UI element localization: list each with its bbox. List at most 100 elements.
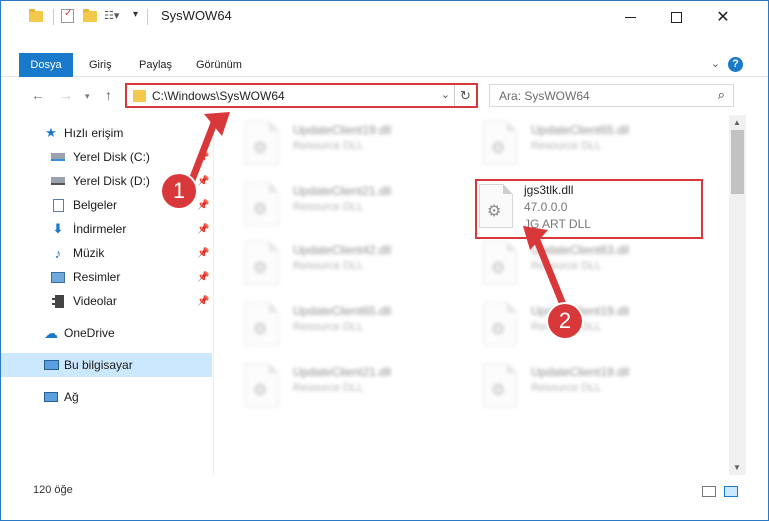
window-title: SysWOW64: [161, 8, 232, 23]
list-item[interactable]: ⚙ UpdateClient63.dll Resource DLL: [475, 237, 705, 293]
scroll-down-icon[interactable]: ▼: [733, 463, 741, 472]
tab-view[interactable]: Görünüm: [190, 53, 248, 77]
list-item[interactable]: ⚙ UpdateClient19.dll Resource DLL: [475, 298, 705, 354]
details-view-button[interactable]: [702, 486, 716, 497]
file-name: UpdateClient63.dll: [531, 243, 630, 257]
sidebar-item-quick-access[interactable]: ★ Hızlı erişim: [1, 121, 212, 145]
maximize-button[interactable]: [653, 1, 699, 33]
address-path[interactable]: C:\Windows\SysWOW64: [152, 89, 285, 103]
scroll-up-icon[interactable]: ▲: [733, 118, 741, 127]
sidebar-item-label: Bu bilgisayar: [64, 358, 133, 372]
sidebar-item-network[interactable]: Ağ: [1, 385, 212, 409]
file-explorer-window: ✓ ☷▾ ▾ SysWOW64 ✕ Dosya Giriş Paylaş Gör…: [0, 0, 769, 521]
sidebar-item-label: Hızlı erişim: [64, 126, 124, 140]
file-description: Resource DLL: [531, 382, 602, 394]
videos-icon: [50, 294, 66, 308]
title-bar: ✓ ☷▾ ▾ SysWOW64 ✕: [1, 1, 768, 33]
tab-share[interactable]: Paylaş: [133, 53, 178, 77]
file-name: UpdateClient42.dll: [293, 243, 392, 257]
pin-icon: 📌: [197, 175, 210, 187]
search-input[interactable]: Ara: SysWOW64 ⌕: [489, 84, 734, 107]
dll-file-icon: ⚙: [483, 241, 517, 285]
dll-file-icon: ⚙: [479, 184, 513, 228]
file-description: Resource DLL: [293, 321, 364, 333]
list-item[interactable]: ⚙ UpdateClient65.dll Resource DLL: [237, 298, 467, 354]
pin-icon: 📌: [197, 271, 210, 283]
sidebar-item-pictures[interactable]: Resimler 📌: [1, 265, 212, 289]
sidebar-item-onedrive[interactable]: ☁ OneDrive: [1, 321, 212, 345]
sidebar-item-label: Videolar: [73, 294, 117, 308]
documents-icon: [50, 198, 66, 212]
dll-file-icon: ⚙: [245, 241, 279, 285]
help-icon[interactable]: ?: [728, 57, 743, 72]
list-item[interactable]: ⚙ UpdateClient21.dll Resource DLL: [237, 178, 467, 234]
dropdown-icon[interactable]: ▾: [133, 9, 138, 25]
address-bar[interactable]: C:\Windows\SysWOW64 ⌄ ↻: [125, 83, 478, 108]
properties-icon[interactable]: ✓: [61, 8, 74, 23]
close-button[interactable]: ✕: [700, 1, 746, 33]
sidebar-item-downloads[interactable]: ⬇ İndirmeler 📌: [1, 217, 212, 241]
network-icon: [43, 390, 59, 404]
step-badge-1: 1: [162, 174, 196, 208]
customize-toolbar-icon[interactable]: ☷▾: [104, 9, 119, 25]
file-description: Resource DLL: [293, 260, 364, 272]
sidebar-item-label: Müzik: [73, 246, 105, 260]
file-list: ⚙ UpdateClient19.dll Resource DLL ⚙ Upda…: [215, 115, 729, 475]
dll-file-icon: ⚙: [483, 363, 517, 407]
sidebar-item-label: Yerel Disk (D:): [73, 174, 150, 188]
back-button[interactable]: ←: [31, 87, 45, 103]
list-item[interactable]: ⚙ UpdateClient19.dll Resource DLL: [237, 117, 467, 173]
list-item[interactable]: ⚙ UpdateClient21.dll Resource DLL: [237, 359, 467, 415]
download-icon: ⬇: [52, 221, 64, 236]
list-item[interactable]: ⚙ UpdateClient19.dll Resource DLL: [475, 359, 705, 415]
item-count: 120 öğe: [33, 484, 73, 496]
list-item[interactable]: ⚙ UpdateClient42.dll Resource DLL: [237, 237, 467, 293]
vertical-scrollbar[interactable]: ▲ ▼: [729, 115, 746, 475]
target-file-item[interactable]: ⚙ jgs3tlk.dll 47.0.0.0 JG ART DLL: [477, 181, 707, 237]
pictures-icon: [50, 270, 66, 284]
file-name: UpdateClient65.dll: [293, 304, 392, 318]
chevron-down-icon[interactable]: ⌄: [441, 88, 450, 101]
file-name: UpdateClient21.dll: [293, 365, 392, 379]
large-icons-view-button[interactable]: [724, 486, 738, 497]
sidebar-item-label: Resimler: [73, 270, 121, 284]
drive-icon: [50, 150, 66, 164]
status-bar: 120 öğe: [1, 477, 768, 505]
sidebar-item-label: Yerel Disk (C:): [73, 150, 150, 164]
sidebar-item-label: Ağ: [64, 390, 79, 404]
dll-file-icon: ⚙: [483, 121, 517, 165]
minimize-icon: [624, 16, 636, 18]
file-description: Resource DLL: [293, 140, 364, 152]
file-description: Resource DLL: [531, 140, 602, 152]
minimize-button[interactable]: [607, 1, 653, 33]
up-button[interactable]: ↑: [105, 87, 112, 103]
sidebar-item-local-disk-c[interactable]: Yerel Disk (C:) 📌: [1, 145, 212, 169]
sidebar-item-this-pc[interactable]: Bu bilgisayar: [1, 353, 212, 377]
refresh-button[interactable]: ↻: [454, 85, 476, 106]
sidebar-item-label: OneDrive: [64, 326, 115, 340]
search-icon[interactable]: ⌕: [718, 87, 725, 103]
close-icon: ✕: [716, 9, 730, 26]
navigation-pane: ★ Hızlı erişim Yerel Disk (C:) 📌 Yerel D…: [1, 115, 214, 475]
sidebar-item-label: Belgeler: [73, 198, 118, 212]
file-name: UpdateClient21.dll: [293, 184, 392, 198]
file-name: UpdateClient65.dll: [531, 123, 630, 137]
file-version: 47.0.0.0: [524, 200, 568, 214]
recent-locations-icon[interactable]: ▾: [85, 91, 90, 102]
file-description: Resource DLL: [293, 201, 364, 213]
sidebar-item-music[interactable]: ♪ Müzik 📌: [1, 241, 212, 265]
pin-icon: 📌: [197, 199, 210, 211]
list-item[interactable]: ⚙ UpdateClient65.dll Resource DLL: [475, 117, 705, 173]
tab-home[interactable]: Giriş: [83, 53, 118, 77]
forward-button[interactable]: →: [59, 87, 73, 103]
separator: [53, 9, 54, 25]
sidebar-item-videos[interactable]: Videolar 📌: [1, 289, 212, 313]
tab-file[interactable]: Dosya: [19, 53, 73, 77]
file-description: Resource DLL: [293, 382, 364, 394]
pin-icon: 📌: [197, 295, 210, 307]
pin-icon: 📌: [197, 247, 210, 259]
file-name: UpdateClient19.dll: [293, 123, 392, 137]
expand-ribbon-icon[interactable]: ⌄: [711, 57, 720, 70]
scroll-thumb[interactable]: [731, 130, 744, 194]
dll-file-icon: ⚙: [483, 302, 517, 346]
